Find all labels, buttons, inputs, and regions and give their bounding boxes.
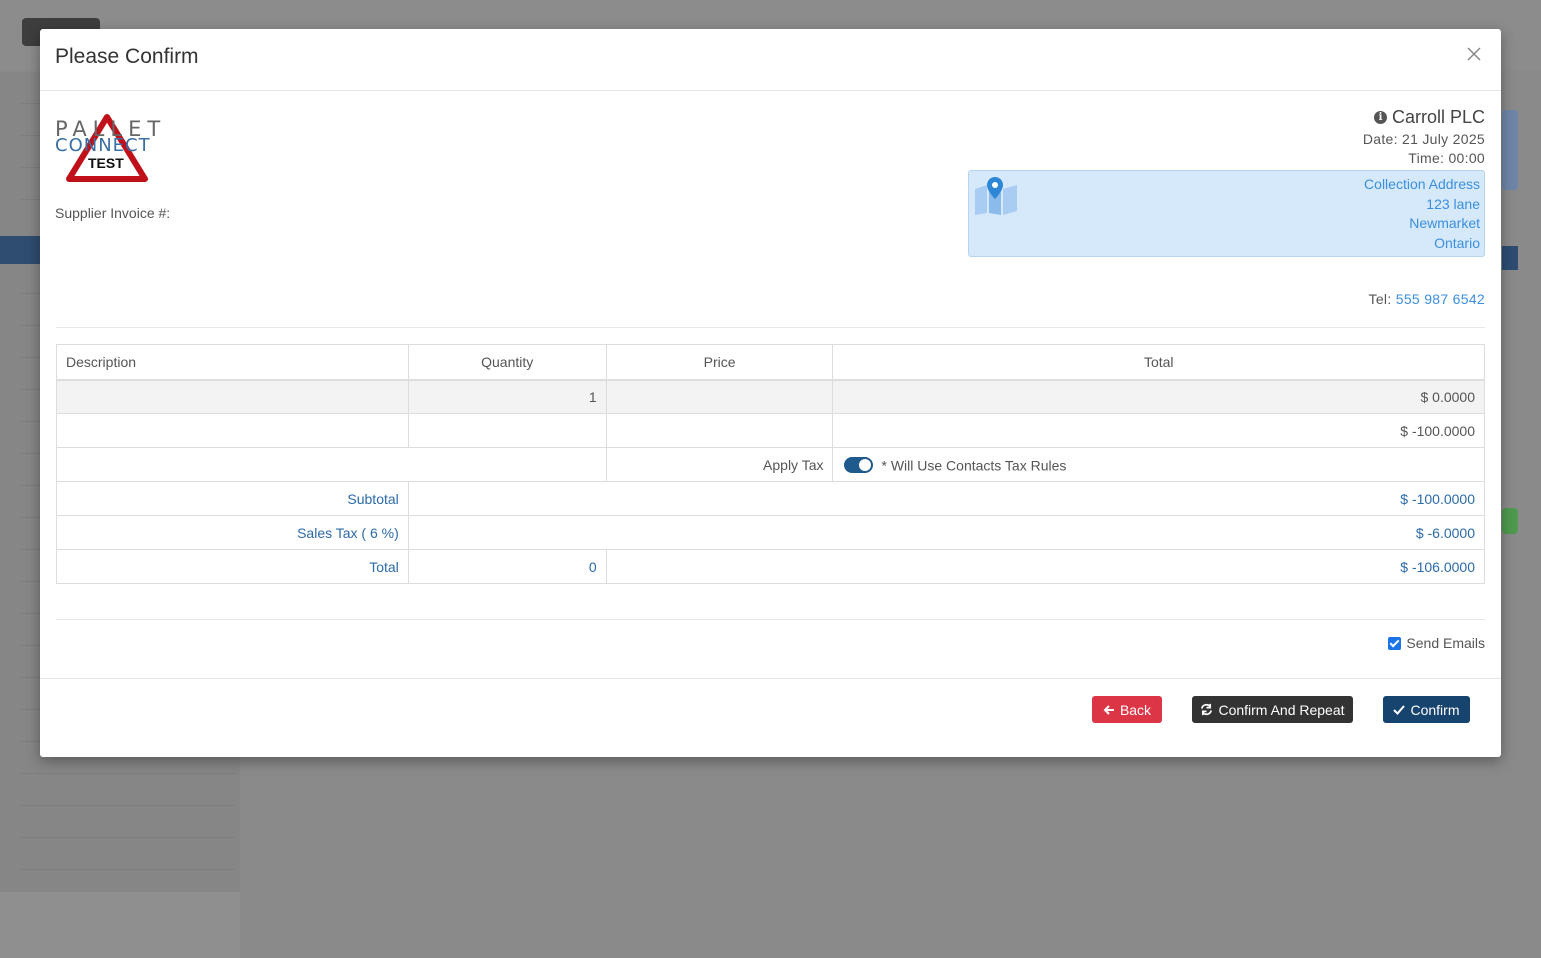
cell-total: $ -100.0000 <box>832 413 1485 448</box>
telephone-line: Tel: 555 987 6542 <box>1369 291 1485 307</box>
confirm-modal: Please Confirm PALLET CONNECT TEST Suppl… <box>40 29 1501 757</box>
modal-footer: Back Confirm And Repeat Confirm <box>40 678 1501 757</box>
company-logo: PALLET CONNECT TEST <box>55 113 165 183</box>
collection-address-box[interactable]: Collection Address 123 lane Newmarket On… <box>968 170 1485 257</box>
address-line1: 123 lane <box>1426 195 1480 212</box>
tax-note: * Will Use Contacts Tax Rules <box>881 457 1067 474</box>
divider <box>56 327 1485 328</box>
cell-total: $ 0.0000 <box>832 379 1485 414</box>
sales-tax-label: Sales Tax ( 6 %) <box>56 515 409 550</box>
cell-quantity: 1 <box>407 379 607 414</box>
send-emails-checkbox[interactable] <box>1388 636 1402 650</box>
address-heading: Collection Address <box>1364 176 1480 192</box>
table-header-row: Description Quantity Price Total <box>56 344 1485 381</box>
address-line2: Newmarket <box>1409 215 1480 231</box>
background-panel <box>1502 110 1518 190</box>
subtotal-row: Subtotal $ -100.0000 <box>56 481 1486 516</box>
sales-tax-value: $ -6.0000 <box>407 515 1486 550</box>
cell-quantity <box>407 413 607 448</box>
repeat-icon <box>1201 703 1213 716</box>
confirm-button-label: Confirm <box>1410 701 1460 718</box>
date-line: Date: 21 July 2025 <box>1362 131 1485 147</box>
confirm-button[interactable]: Confirm <box>1383 696 1470 723</box>
total-value: $ -106.0000 <box>605 549 1486 584</box>
cell-price <box>605 379 834 414</box>
invoice-table: Description Quantity Price Total 1 $ 0.0… <box>56 344 1486 584</box>
info-icon[interactable]: i <box>1373 111 1387 124</box>
subtotal-value: $ -100.0000 <box>407 481 1486 516</box>
table-row: $ -100.0000 <box>56 413 1485 448</box>
cell-description <box>56 413 409 448</box>
background-sidebar-item <box>20 784 235 806</box>
background-panel <box>1502 246 1518 270</box>
total-row: Total 0 $ -106.0000 <box>56 549 1486 584</box>
modal-title: Please Confirm <box>55 45 199 68</box>
table-row: 1 $ 0.0000 <box>56 379 1485 414</box>
apply-tax-toggle[interactable] <box>844 457 874 474</box>
time-line: Time: 00:00 <box>1408 150 1485 166</box>
cell-empty <box>56 447 607 482</box>
column-header-description: Description <box>56 344 409 381</box>
subtotal-label: Subtotal <box>56 481 409 516</box>
close-icon[interactable] <box>1463 43 1485 65</box>
background-button <box>1502 508 1518 534</box>
address-line3: Ontario <box>1434 234 1480 251</box>
logo-line2: CONNECT <box>55 135 151 156</box>
supplier-invoice-label: Supplier Invoice #: <box>55 205 171 221</box>
column-header-price: Price <box>605 344 834 381</box>
divider <box>56 619 1485 620</box>
cell-price <box>605 413 834 448</box>
apply-tax-cell: * Will Use Contacts Tax Rules <box>832 447 1485 482</box>
map-icon <box>975 177 1017 215</box>
total-quantity: 0 <box>407 549 607 584</box>
company-name: Carroll PLC <box>1391 107 1485 127</box>
company-info: i Carroll PLC Date: 21 July 2025 Time: 0… <box>1363 107 1485 166</box>
confirm-and-repeat-label: Confirm And Repeat <box>1218 701 1345 718</box>
cell-description <box>56 379 409 414</box>
arrow-left-icon <box>1103 704 1114 715</box>
sales-tax-row: Sales Tax ( 6 %) $ -6.0000 <box>56 515 1486 550</box>
confirm-and-repeat-button[interactable]: Confirm And Repeat <box>1192 696 1353 723</box>
company-name-row: i Carroll PLC <box>1363 107 1485 128</box>
address-lines: Collection Address 123 lane Newmarket On… <box>1364 175 1480 253</box>
total-label: Total <box>56 549 409 584</box>
tel-label: Tel: <box>1368 291 1392 307</box>
background-sidebar-item <box>20 848 235 870</box>
column-header-quantity: Quantity <box>407 344 607 381</box>
apply-tax-label: Apply Tax <box>605 447 834 482</box>
tel-link[interactable]: 555 987 6542 <box>1396 291 1485 307</box>
back-button-label: Back <box>1119 701 1152 718</box>
apply-tax-row: Apply Tax * Will Use Contacts Tax Rules <box>56 447 1485 482</box>
background-sidebar-item <box>20 816 235 838</box>
background-sidebar-footer <box>0 892 240 958</box>
send-emails-label: Send Emails <box>1406 635 1485 651</box>
back-button[interactable]: Back <box>1092 696 1162 723</box>
modal-body: PALLET CONNECT TEST Supplier Invoice #: … <box>40 91 1501 678</box>
modal-header: Please Confirm <box>40 29 1501 91</box>
check-icon <box>1393 704 1406 715</box>
column-header-total: Total <box>832 344 1485 381</box>
send-emails-option[interactable]: Send Emails <box>1388 635 1485 651</box>
logo-badge: TEST <box>88 155 124 171</box>
